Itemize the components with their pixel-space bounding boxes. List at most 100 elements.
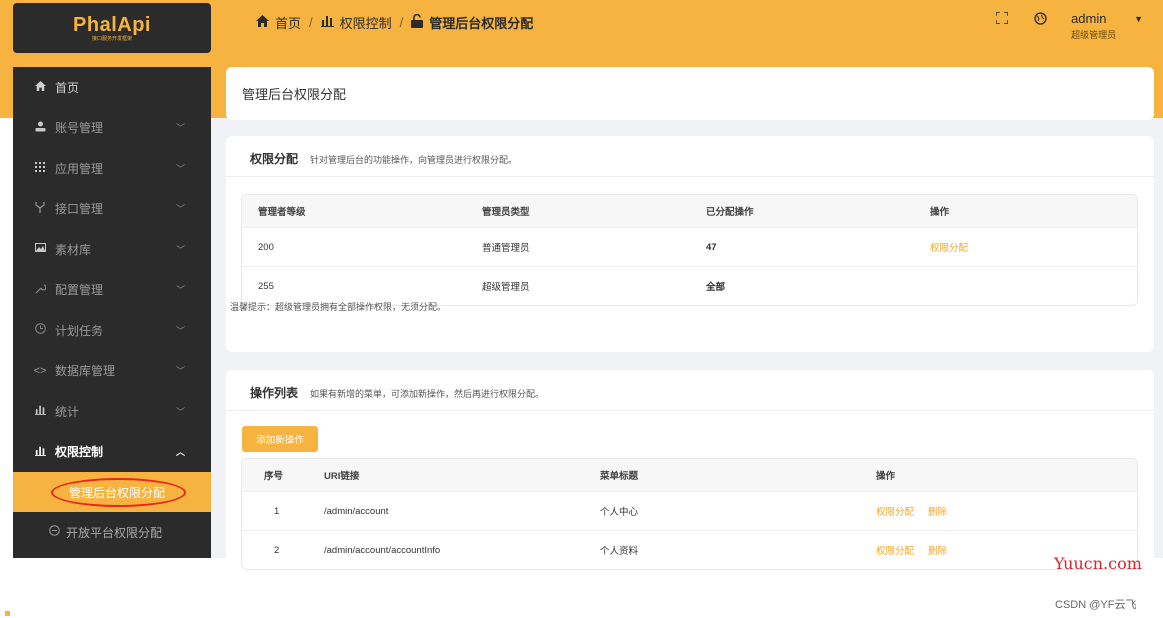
breadcrumb-separator: / [399,14,404,30]
row-number: 2 [274,544,280,556]
column-header: 菜单标题 [600,471,639,482]
user-menu[interactable]: admin 超级管理员 [1071,12,1116,41]
sidebar-subitem-admin-permission[interactable]: 管理后台权限分配 [13,472,211,512]
table-row: 1 /admin/account 个人中心 权限分配 删除 [242,491,1137,530]
delete-link[interactable]: 删除 [928,504,968,518]
code-icon: <> [33,364,47,377]
page-title: 管理后台权限分配 [242,87,347,102]
card-description: 针对管理后台的功能操作，向管理员进行权限分配。 [310,155,518,165]
home-icon [256,14,269,30]
sidebar-subitem-label: 开放平台权限分配 [66,525,163,540]
uri-link: /admin/account/accountInfo [324,544,441,556]
table-row: 200 普通管理员 47 权限分配 [242,227,1137,266]
sidebar-item-label: 权限控制 [55,445,104,460]
card-header: 操作列表 如果有新增的菜单，可添加新操作，然后再进行权限分配。 [250,384,544,401]
sidebar-item-permission[interactable]: 权限控制 ︿ [13,432,211,473]
user-role: 超级管理员 [1071,30,1117,40]
sidebar-item-label: 计划任务 [55,323,104,338]
bar-chart-icon [33,404,47,418]
chevron-down-icon: ﹀ [175,123,185,134]
bar-chart-icon [33,445,47,459]
sidebar-item-home[interactable]: 首页 [13,67,211,108]
api-icon [33,201,47,216]
sidebar-item-database[interactable]: <> 数据库管理 ﹀ [13,351,211,392]
sidebar-item-apps[interactable]: 应用管理 ﹀ [13,148,211,189]
sidebar-item-library[interactable]: 素材库 ﹀ [13,229,211,270]
chevron-down-icon: ﹀ [175,163,185,174]
divider [226,410,1154,411]
column-header: 操作 [876,471,896,482]
main-content: 权限分配 针对管理后台的功能操作，向管理员进行权限分配。 管理者等级 管理员类型… [211,118,1163,570]
assigned-count: 全部 [706,282,726,293]
sidebar-item-cron[interactable]: 计划任务 ﹀ [13,310,211,351]
add-operation-button[interactable]: 添加新操作 [242,426,318,452]
breadcrumb-current: 管理后台权限分配 [429,15,534,31]
breadcrumb-home[interactable]: 首页 [275,13,301,32]
sidebar-item-api[interactable]: 接口管理 ﹀ [13,189,211,230]
sidebar-item-account[interactable]: 账号管理 ﹀ [13,108,211,149]
sidebar-item-config[interactable]: 配置管理 ﹀ [13,270,211,311]
card-description: 如果有新增的菜单，可添加新操作，然后再进行权限分配。 [310,389,545,399]
sidebar-item-stats[interactable]: 统计 ﹀ [13,391,211,432]
breadcrumb: 首页 / 权限控制 / 管理后台权限分配 [256,12,533,32]
user-icon [33,121,47,135]
sidebar: 首页 账号管理 ﹀ 应用管理 ﹀ 接口管理 ﹀ 素材库 ﹀ 配置管理 ﹀ 计划任… [13,67,211,558]
grid-icon [33,161,47,175]
column-header: 操作 [930,207,950,218]
sidebar-item-label: 配置管理 [55,283,104,298]
chevron-down-icon: ﹀ [175,285,185,296]
card-title: 操作列表 [250,386,299,400]
divider [226,176,1154,177]
breadcrumb-separator: / [309,14,313,30]
card-header: 权限分配 针对管理后台的功能操作，向管理员进行权限分配。 [250,150,517,167]
sidebar-item-label: 应用管理 [55,161,104,176]
watermark-author: CSDN @YF云飞 [1055,599,1137,611]
globe-icon[interactable] [1033,12,1047,26]
admin-type: 普通管理员 [482,243,530,254]
image-icon [33,243,47,255]
unlock-icon [411,13,424,31]
user-name: admin [1071,11,1107,26]
fullscreen-icon[interactable] [995,11,1009,26]
column-header: 管理员类型 [482,207,530,218]
sidebar-item-label: 素材库 [55,242,92,257]
bar-chart-icon [320,14,334,30]
menu-title: 个人中心 [600,507,639,518]
column-header: 序号 [264,471,284,482]
assign-permission-link[interactable]: 权限分配 [876,504,928,518]
delete-link[interactable]: 删除 [928,543,968,557]
assign-permission-link[interactable]: 权限分配 [930,240,1130,254]
watermark-site: Yuucn.com [1054,554,1142,573]
page-title-card: 管理后台权限分配 [226,67,1154,120]
column-header: 已分配操作 [706,207,754,218]
assign-permission-link[interactable]: 权限分配 [876,543,928,557]
sidebar-item-label: 账号管理 [55,121,104,136]
row-number: 1 [274,505,280,517]
table-header-row: 管理者等级 管理员类型 已分配操作 操作 [242,195,1137,227]
highlight-annotation-circle [51,478,186,507]
sidebar-item-label: 接口管理 [55,202,104,217]
chevron-down-icon: ﹀ [175,406,185,417]
logo[interactable]: PhalApi 接口服务开发框架 [13,3,211,53]
tip-text: 温馨提示：超级管理员拥有全部操作权限，无须分配。 [230,302,447,312]
sidebar-item-label: 统计 [55,404,80,419]
sidebar-subitem-open-permission[interactable]: 开放平台权限分配 [13,512,211,552]
operation-list-card: 操作列表 如果有新增的菜单，可添加新操作，然后再进行权限分配。 添加新操作 序号… [226,370,1154,570]
operation-table: 序号 URI链接 菜单标题 操作 1 /admin/account 个人中心 权… [241,458,1138,570]
uri-link: /admin/account [324,505,389,517]
column-header: URI链接 [324,471,360,482]
chevron-down-icon: ﹀ [175,325,185,336]
home-icon [33,80,47,94]
permission-assign-card: 权限分配 针对管理后台的功能操作，向管理员进行权限分配。 管理者等级 管理员类型… [226,136,1154,352]
caret-down-icon[interactable]: ▼ [1134,14,1143,24]
breadcrumb-section[interactable]: 权限控制 [340,13,392,32]
wrench-icon [33,283,47,297]
chevron-down-icon: ﹀ [175,366,185,377]
header-tools: admin 超级管理员 ▼ [995,11,1143,41]
sidebar-item-label: 首页 [55,80,80,95]
admin-level-table: 管理者等级 管理员类型 已分配操作 操作 200 普通管理员 47 权限分配 2… [241,194,1138,306]
column-header: 管理者等级 [258,207,306,218]
circle-minus-icon [49,525,60,539]
clock-icon [33,323,47,337]
app-root: PhalApi 接口服务开发框架 首页 / 权限控制 / 管理后台权限分配 ad… [0,0,1163,618]
